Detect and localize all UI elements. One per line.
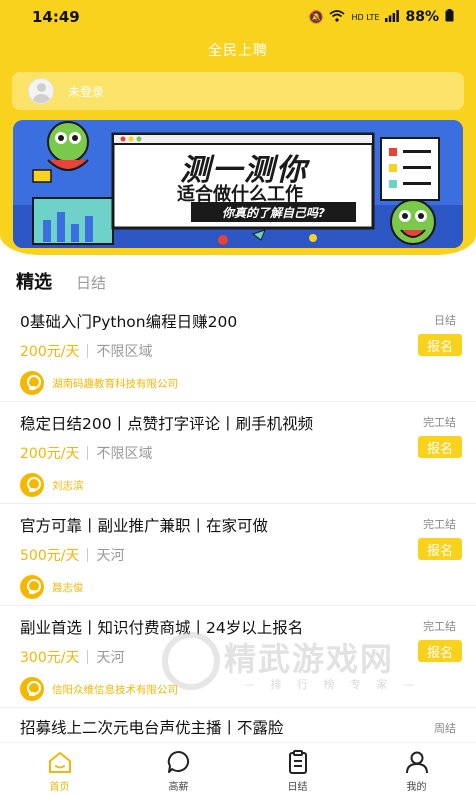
nav-label: 我的 bbox=[406, 782, 427, 793]
job-area: 不限区域 bbox=[96, 446, 153, 462]
status-time: 14:49 bbox=[32, 8, 80, 26]
job-pay-type: 完工结 bbox=[423, 518, 456, 531]
tab-featured[interactable]: 精选 bbox=[16, 268, 52, 294]
network-label: HD LTE bbox=[351, 12, 380, 22]
nav-high-salary[interactable]: 高薪 bbox=[119, 743, 238, 796]
job-card[interactable]: 官方可靠丨副业推广兼职丨在家可做 完工结 500元/天 天河 报名 聂志俊 bbox=[0, 504, 476, 606]
job-pay-type: 周结 bbox=[434, 722, 456, 735]
job-tabs: 精选 日结 bbox=[16, 268, 106, 294]
job-title: 招募线上二次元电台声优主播丨不露脸 bbox=[20, 719, 284, 737]
job-card[interactable]: 招募线上二次元电台声优主播丨不露脸 周结 bbox=[0, 708, 476, 744]
home-icon bbox=[48, 752, 71, 773]
nav-label: 首页 bbox=[49, 782, 70, 793]
job-salary: 200元/天 bbox=[20, 344, 80, 360]
status-icons: 🔕 HD LTE 88% bbox=[309, 9, 454, 25]
job-area: 天河 bbox=[96, 548, 125, 564]
job-area: 天河 bbox=[96, 650, 125, 666]
banner-tagline: 你真的了解自己吗? bbox=[222, 206, 325, 220]
job-title: 稳定日结200丨点赞打字评论丨刷手机视频 bbox=[20, 415, 314, 433]
apply-button[interactable]: 报名 bbox=[418, 640, 462, 662]
app-title: 全民上聘 bbox=[208, 43, 268, 59]
clipboard-icon bbox=[288, 750, 307, 774]
job-list: 0基础入门Python编程日赚200 日结 200元/天 不限区域 报名 湖南码… bbox=[0, 300, 476, 708]
apply-button[interactable]: 报名 bbox=[418, 436, 462, 458]
job-salary: 200元/天 bbox=[20, 446, 80, 462]
job-card[interactable]: 稳定日结200丨点赞打字评论丨刷手机视频 完工结 200元/天 不限区域 报名 … bbox=[0, 402, 476, 504]
nav-profile[interactable]: 我的 bbox=[357, 743, 476, 796]
job-pay-type: 日结 bbox=[434, 314, 456, 327]
login-bar[interactable]: 未登录 bbox=[12, 72, 464, 110]
company-name: 湖南码趣教育科技有限公司 bbox=[52, 377, 178, 390]
lightbulb-icon bbox=[20, 575, 44, 599]
avatar bbox=[28, 78, 54, 104]
job-pay-type: 完工结 bbox=[423, 620, 456, 633]
company-name: 信阳众维信息技术有限公司 bbox=[52, 683, 178, 696]
bottom-nav: 首页 高薪 日结 我的 bbox=[0, 742, 476, 796]
wifi-icon bbox=[329, 9, 345, 25]
battery-icon bbox=[445, 9, 454, 25]
job-pay-type: 完工结 bbox=[423, 416, 456, 429]
company-name: 聂志俊 bbox=[52, 581, 84, 594]
lightbulb-icon bbox=[20, 677, 44, 701]
job-card[interactable]: 0基础入门Python编程日赚200 日结 200元/天 不限区域 报名 湖南码… bbox=[0, 300, 476, 402]
apply-button[interactable]: 报名 bbox=[418, 334, 462, 356]
divider bbox=[87, 650, 89, 664]
nav-home[interactable]: 首页 bbox=[0, 743, 119, 796]
status-bar: 14:49 🔕 HD LTE 88% bbox=[0, 0, 476, 34]
nav-label: 日结 bbox=[287, 782, 308, 793]
job-salary: 500元/天 bbox=[20, 548, 80, 564]
company-name: 刘志滨 bbox=[52, 479, 84, 492]
career-quiz-banner[interactable]: 测一测你 适合做什么工作 你真的了解自己吗? bbox=[13, 120, 463, 248]
job-salary: 300元/天 bbox=[20, 650, 80, 666]
nav-label: 高薪 bbox=[168, 782, 189, 793]
lightbulb-icon bbox=[20, 371, 44, 395]
divider bbox=[87, 446, 89, 460]
job-title: 官方可靠丨副业推广兼职丨在家可做 bbox=[20, 517, 269, 535]
signal-icon bbox=[385, 9, 400, 25]
job-title: 副业首选丨知识付费商城丨24岁以上报名 bbox=[20, 619, 304, 637]
banner-subline: 适合做什么工作 bbox=[177, 184, 303, 205]
mute-icon: 🔕 bbox=[308, 10, 324, 24]
job-area: 不限区域 bbox=[96, 344, 153, 360]
job-card[interactable]: 副业首选丨知识付费商城丨24岁以上报名 完工结 300元/天 天河 报名 信阳众… bbox=[0, 606, 476, 708]
tab-daily-pay[interactable]: 日结 bbox=[76, 272, 106, 293]
divider bbox=[87, 344, 89, 358]
chat-bubble-icon bbox=[167, 750, 189, 773]
job-title: 0基础入门Python编程日赚200 bbox=[20, 313, 238, 331]
login-status: 未登录 bbox=[68, 84, 105, 99]
apply-button[interactable]: 报名 bbox=[418, 538, 462, 560]
lightbulb-icon bbox=[20, 473, 44, 497]
divider bbox=[87, 548, 89, 562]
battery-level: 88% bbox=[405, 9, 439, 25]
person-icon bbox=[405, 751, 428, 774]
nav-daily-pay[interactable]: 日结 bbox=[238, 743, 357, 796]
